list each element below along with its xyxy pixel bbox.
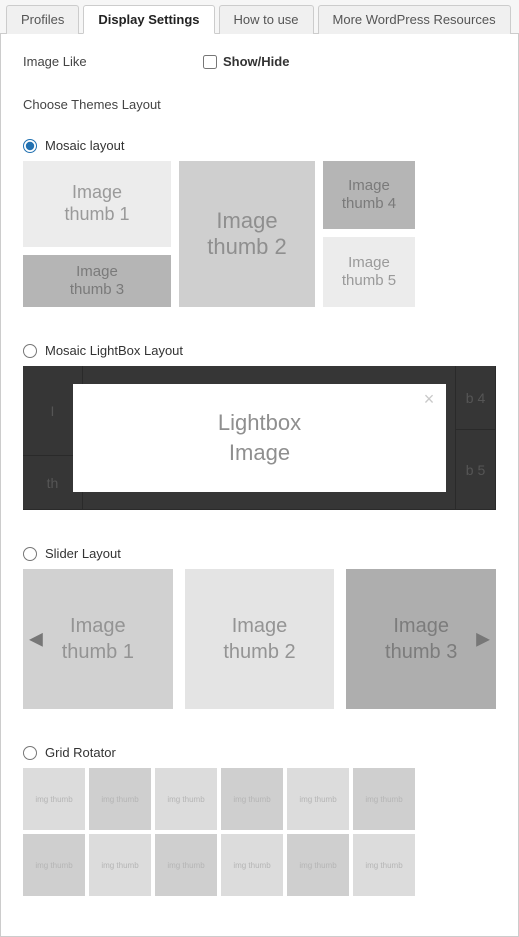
grid-rotator-preview: img thumb img thumb img thumb img thumb … <box>23 768 496 896</box>
tab-more-resources[interactable]: More WordPress Resources <box>318 5 511 34</box>
radio-lightbox[interactable] <box>23 344 37 358</box>
mosaic-preview: Image thumb 1 Image thumb 3 Image thumb … <box>23 161 496 307</box>
lightbox-modal-text: LightboxImage <box>218 408 301 467</box>
grid-cell: img thumb <box>155 834 217 896</box>
grid-cell: img thumb <box>89 768 151 830</box>
show-hide-label: Show/Hide <box>223 54 289 69</box>
radio-mosaic-label[interactable]: Mosaic layout <box>45 138 124 153</box>
slider-slide-2-label: Image thumb 2 <box>223 613 295 665</box>
radio-grid-rotator-label[interactable]: Grid Rotator <box>45 745 116 760</box>
grid-cell: img thumb <box>287 768 349 830</box>
mosaic-thumb-1: Image thumb 1 <box>23 161 171 247</box>
radio-lightbox-label[interactable]: Mosaic LightBox Layout <box>45 343 183 358</box>
slider-slide-1-label: Image thumb 1 <box>62 613 134 665</box>
slider-slide-3: Image thumb 3 ▶ <box>346 569 496 709</box>
lightbox-bg-tile: b 5 <box>456 430 496 510</box>
grid-cell: img thumb <box>353 768 415 830</box>
image-like-label: Image Like <box>23 54 203 69</box>
settings-panel: Image Like Show/Hide Choose Themes Layou… <box>0 34 519 937</box>
chevron-left-icon[interactable]: ◀ <box>29 627 43 650</box>
mosaic-thumb-3: Image thumb 3 <box>23 255 171 307</box>
chevron-right-icon[interactable]: ▶ <box>476 627 490 650</box>
grid-cell: img thumb <box>23 834 85 896</box>
lightbox-modal: LightboxImage × <box>73 384 446 492</box>
tab-display-settings[interactable]: Display Settings <box>83 5 214 34</box>
radio-grid-rotator[interactable] <box>23 746 37 760</box>
lightbox-bg-tile: b 4 <box>456 366 496 430</box>
show-hide-checkbox[interactable] <box>203 55 217 69</box>
tab-how-to-use[interactable]: How to use <box>219 5 314 34</box>
grid-cell: img thumb <box>23 768 85 830</box>
tab-bar: Profiles Display Settings How to use Mor… <box>0 0 519 34</box>
grid-cell: img thumb <box>221 768 283 830</box>
choose-layout-heading: Choose Themes Layout <box>23 97 496 112</box>
lightbox-preview: I th b 4 b 5 LightboxImage × <box>23 366 496 510</box>
radio-slider-label[interactable]: Slider Layout <box>45 546 121 561</box>
grid-cell: img thumb <box>353 834 415 896</box>
slider-preview: ◀ Image thumb 1 Image thumb 2 Image thum… <box>23 569 496 709</box>
radio-mosaic[interactable] <box>23 139 37 153</box>
slider-slide-1: ◀ Image thumb 1 <box>23 569 173 709</box>
mosaic-thumb-5: Image thumb 5 <box>323 237 415 307</box>
slider-slide-2: Image thumb 2 <box>185 569 335 709</box>
grid-cell: img thumb <box>89 834 151 896</box>
grid-cell: img thumb <box>221 834 283 896</box>
radio-slider[interactable] <box>23 547 37 561</box>
slider-slide-3-label: Image thumb 3 <box>385 613 457 665</box>
grid-cell: img thumb <box>155 768 217 830</box>
grid-cell: img thumb <box>287 834 349 896</box>
show-hide-option[interactable]: Show/Hide <box>203 54 289 69</box>
tab-profiles[interactable]: Profiles <box>6 5 79 34</box>
mosaic-thumb-4: Image thumb 4 <box>323 161 415 229</box>
close-icon[interactable]: × <box>420 390 438 408</box>
mosaic-thumb-2: Image thumb 2 <box>179 161 315 307</box>
